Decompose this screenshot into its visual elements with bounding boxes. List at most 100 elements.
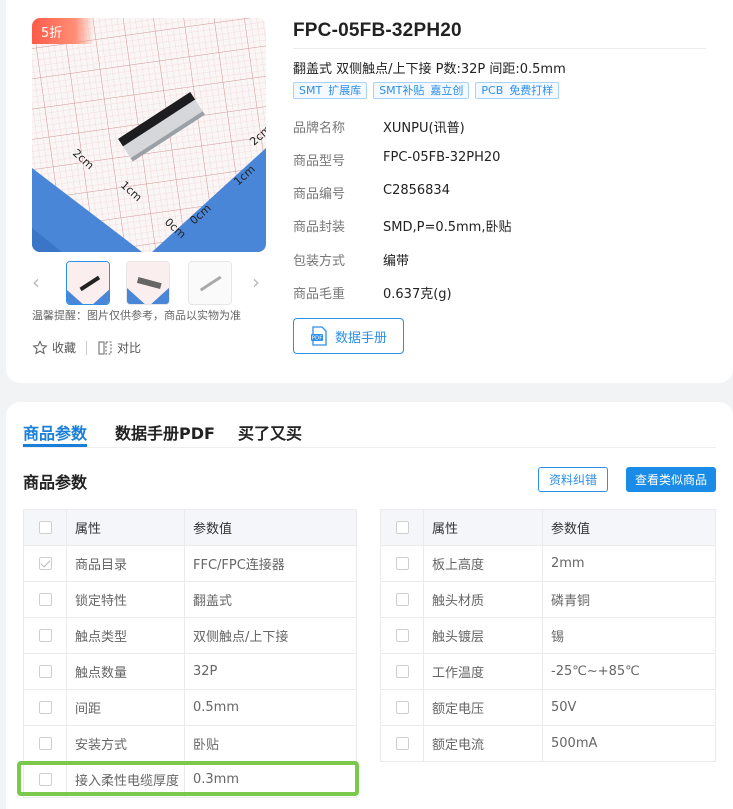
select-all-checkbox[interactable] — [38, 521, 52, 534]
row-checkbox[interactable] — [38, 701, 52, 714]
image-actions: 收藏 对比 — [32, 339, 141, 356]
table-row: 安装方式 卧贴 — [23, 725, 357, 762]
datasheet-button[interactable]: PDF 数据手册 — [293, 318, 404, 354]
param-value: 磷青铜 — [542, 581, 716, 618]
tab-params[interactable]: 商品参数 — [23, 420, 87, 444]
table-row: 触点数量 32P — [23, 653, 357, 690]
attribute-key: 商品封装 — [293, 220, 346, 235]
table-row: 触点类型 双侧触点/上下接 — [23, 617, 357, 654]
compare-button[interactable]: 对比 — [97, 339, 141, 356]
thumbnail-3[interactable] — [188, 261, 232, 305]
attribute-value: FPC-05FB-32PH20 — [383, 150, 501, 165]
row-checkbox[interactable] — [395, 737, 409, 750]
service-tag[interactable]: SMT 扩展库 — [293, 82, 368, 99]
checkbox-cell — [23, 653, 67, 690]
params-section-title: 商品参数 — [23, 473, 88, 492]
param-attr: 工作温度 — [423, 653, 543, 690]
service-tag-label: 扩展库 — [328, 84, 362, 97]
tab-datasheet-pdf[interactable]: 数据手册PDF — [115, 420, 215, 444]
tab-bar-divider — [23, 447, 716, 448]
params-table-right: 属性 参数值 板上高度 2mm 触头材质 磷青铜 触头镀层锡工作温度 -25℃~+85℃ 额… — [380, 509, 716, 762]
param-value: 32P — [184, 653, 357, 690]
row-checkbox[interactable] — [38, 665, 52, 678]
checkbox-cell — [23, 689, 67, 726]
param-attr: 额定电流 — [423, 725, 543, 762]
row-checkbox[interactable] — [395, 701, 409, 714]
param-attr: 锁定特性 — [66, 581, 185, 618]
header-value: 参数值 — [184, 509, 357, 546]
report-error-button[interactable]: 资料纠错 — [538, 467, 608, 492]
checkbox-cell — [380, 545, 424, 582]
param-value: 卧贴 — [184, 725, 357, 762]
params-table-left: 属性 参数值 商品目录 FFC/FPC连接器 锁定特性 翻盖式 触点类型 双侧触点/上下接… — [23, 509, 357, 798]
favorite-button[interactable]: 收藏 — [32, 339, 76, 356]
header-value: 参数值 — [542, 509, 716, 546]
thumbnail-strip: ‹ › — [26, 260, 272, 306]
table-row: 额定电流 500mA — [380, 725, 716, 762]
table-header-row: 属性 参数值 — [380, 509, 716, 546]
table-header-row: 属性 参数值 — [23, 509, 357, 546]
compare-label: 对比 — [117, 341, 142, 355]
attribute-key: 商品编号 — [293, 187, 346, 202]
service-tag-type: PCB — [481, 84, 504, 97]
favorite-label: 收藏 — [52, 341, 77, 355]
svg-text:PDF: PDF — [312, 336, 323, 342]
table-row: 商品目录 FFC/FPC连接器 — [23, 545, 357, 582]
param-value: 50V — [542, 689, 716, 726]
service-tag-type: SMT补贴 — [379, 84, 425, 97]
chevron-left-icon[interactable]: ‹ — [32, 272, 40, 292]
row-checkbox[interactable] — [38, 593, 52, 606]
product-title: FPC-05FB-32PH20 — [293, 20, 462, 41]
header-attr: 属性 — [423, 509, 543, 546]
table-row: 额定电压 50V — [380, 689, 716, 726]
checkbox-cell — [380, 617, 424, 654]
tab-also-bought[interactable]: 买了又买 — [238, 420, 302, 444]
service-tag[interactable]: SMT补贴 嘉立创 — [373, 82, 470, 99]
attribute-value: SMD,P=0.5mm,卧贴 — [383, 220, 512, 235]
service-tag-label: 免费打样 — [509, 84, 554, 97]
star-icon — [32, 339, 48, 355]
param-attr: 触头材质 — [423, 581, 543, 618]
param-value: 0.3mm — [184, 761, 357, 798]
action-divider — [86, 340, 88, 355]
row-checkbox[interactable] — [38, 773, 52, 786]
view-similar-button[interactable]: 查看类似商品 — [626, 467, 716, 492]
title-divider — [293, 48, 706, 49]
chevron-right-icon[interactable]: › — [252, 272, 260, 292]
service-tags: SMT 扩展库 SMT补贴 嘉立创 PCB 免费打样 — [293, 82, 560, 99]
param-attr: 商品目录 — [66, 545, 185, 582]
attribute-key: 品牌名称 — [293, 121, 346, 136]
param-attr: 间距 — [66, 689, 185, 726]
table-row: 板上高度 2mm — [380, 545, 716, 582]
param-attr: 额定电压 — [423, 689, 543, 726]
param-attr: 安装方式 — [66, 725, 185, 762]
row-checkbox[interactable] — [38, 557, 52, 570]
checkbox-cell — [23, 581, 67, 618]
table-row: 触头镀层锡 — [380, 617, 716, 654]
row-checkbox[interactable] — [395, 629, 409, 642]
thumbnail-1[interactable] — [66, 261, 110, 305]
param-value: FFC/FPC连接器 — [184, 545, 357, 582]
row-checkbox[interactable] — [395, 665, 409, 678]
table-row: 间距 0.5mm — [23, 689, 357, 726]
product-main-image[interactable]: 2cm 1cm 0cm 0cm 1cm 2cm — [32, 18, 266, 252]
service-tag[interactable]: PCB 免费打样 — [475, 82, 560, 99]
attribute-key: 商品毛重 — [293, 287, 346, 302]
product-subtitle: 翻盖式 双侧触点/上下接 P数:32P 间距:0.5mm — [293, 62, 566, 77]
row-checkbox[interactable] — [395, 557, 409, 570]
attribute-value: XUNPU(讯普) — [383, 121, 465, 136]
row-checkbox[interactable] — [38, 737, 52, 750]
datasheet-button-label: 数据手册 — [334, 330, 387, 346]
compare-icon — [98, 341, 112, 354]
param-attr: 接入柔性电缆厚度 — [66, 761, 185, 798]
attribute-key: 商品型号 — [293, 154, 346, 169]
row-checkbox[interactable] — [38, 629, 52, 642]
checkbox-cell — [23, 617, 67, 654]
param-value: 500mA — [542, 725, 716, 762]
param-attr: 触点类型 — [66, 617, 185, 654]
param-value: -25℃~+85℃ — [542, 653, 716, 690]
param-value: 2mm — [542, 545, 716, 582]
thumbnail-2[interactable] — [126, 261, 170, 305]
row-checkbox[interactable] — [395, 593, 409, 606]
select-all-checkbox[interactable] — [395, 521, 409, 534]
